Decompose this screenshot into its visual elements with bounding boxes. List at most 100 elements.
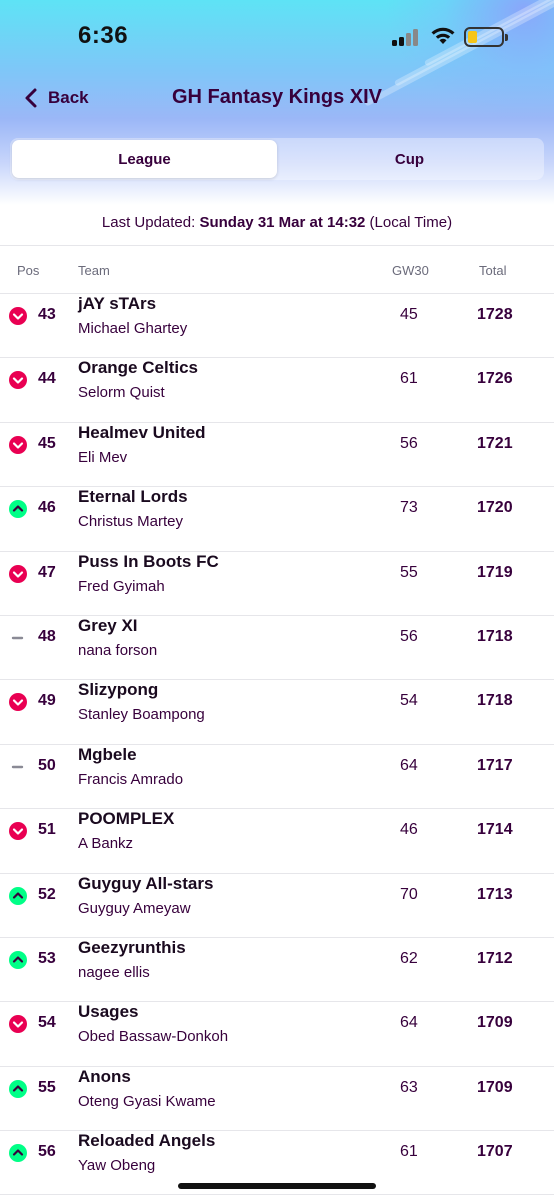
home-indicator[interactable] bbox=[178, 1183, 376, 1189]
row-position: 43 bbox=[38, 306, 56, 323]
last-updated-prefix: Last Updated: bbox=[101, 214, 200, 231]
row-team-name: Anons bbox=[78, 1066, 131, 1086]
row-total-points: 1712 bbox=[477, 949, 513, 967]
row-team-name: POOMPLEX bbox=[78, 809, 175, 829]
last-updated-time: Sunday 31 Mar at 14:32 bbox=[199, 214, 366, 231]
arrow-down-icon bbox=[9, 1015, 27, 1034]
row-manager-name: nana forson bbox=[78, 641, 158, 659]
status-time: 6:36 bbox=[78, 22, 129, 49]
table-row[interactable]: 46 Eternal Lords Christus Martey 73 1720 bbox=[0, 487, 554, 552]
row-gw-points: 61 bbox=[400, 1143, 418, 1161]
arrow-down-icon bbox=[9, 693, 27, 712]
row-total-points: 1707 bbox=[477, 1143, 513, 1161]
row-manager-name: Guyguy Ameyaw bbox=[78, 899, 191, 917]
row-manager-name: Fred Gyimah bbox=[78, 577, 165, 595]
row-position: 56 bbox=[38, 1143, 56, 1161]
row-position: 45 bbox=[38, 434, 56, 452]
tab-league[interactable]: League bbox=[12, 140, 277, 178]
last-updated-suffix: (Local Time) bbox=[365, 214, 453, 231]
row-position: 54 bbox=[38, 1014, 56, 1032]
row-total-points: 1709 bbox=[477, 1078, 513, 1096]
tab-cup[interactable]: Cup bbox=[277, 140, 542, 178]
row-team-name: jAY sTArs bbox=[78, 294, 157, 313]
arrow-up-icon bbox=[9, 950, 27, 969]
row-position: 48 bbox=[38, 627, 56, 645]
row-team-name: Grey XI bbox=[78, 615, 138, 635]
row-total-points: 1720 bbox=[477, 499, 513, 517]
row-position: 47 bbox=[38, 563, 56, 581]
table-row[interactable]: 55 Anons Oteng Gyasi Kwame 63 1709 bbox=[0, 1066, 554, 1132]
row-position: 46 bbox=[38, 499, 56, 517]
row-total-points: 1728 bbox=[477, 306, 513, 323]
row-total-points: 1718 bbox=[477, 627, 513, 645]
tab-bar: League Cup bbox=[10, 138, 544, 180]
row-position: 44 bbox=[38, 370, 56, 388]
row-gw-points: 73 bbox=[400, 499, 418, 517]
wifi-icon bbox=[431, 27, 455, 44]
row-team-name: Orange Celtics bbox=[78, 358, 198, 378]
row-team-name: Puss In Boots FC bbox=[78, 551, 219, 571]
table-row[interactable]: 44 Orange Celtics Selorm Quist 61 1726 bbox=[0, 358, 554, 423]
row-gw-points: 70 bbox=[400, 885, 418, 903]
row-team-name: Healmev United bbox=[78, 422, 206, 442]
table-row[interactable]: 49 Slizypong Stanley Boampong 54 1718 bbox=[0, 680, 554, 745]
standings-table: 43 jAY sTArs Michael Ghartey 45 1728 44 Orange… bbox=[0, 294, 554, 1196]
table-row[interactable]: 52 Guyguy All-stars Guyguy Ameyaw 70 1713 bbox=[0, 874, 554, 938]
row-manager-name: Selorm Quist bbox=[78, 384, 165, 402]
column-header-pos[interactable]: Pos bbox=[17, 263, 39, 278]
row-manager-name: Stanley Boampong bbox=[78, 706, 205, 724]
row-total-points: 1726 bbox=[477, 370, 513, 388]
divider bbox=[0, 245, 554, 246]
row-manager-name: Francis Amrado bbox=[78, 770, 184, 788]
battery-icon bbox=[464, 27, 508, 47]
row-position: 49 bbox=[38, 692, 56, 710]
dash-icon bbox=[9, 758, 27, 776]
column-header-team[interactable]: Team bbox=[78, 263, 110, 278]
column-header-total[interactable]: Total bbox=[479, 263, 506, 278]
arrow-down-icon bbox=[9, 307, 27, 325]
row-total-points: 1718 bbox=[477, 692, 513, 710]
status-bar: 6:36 bbox=[0, 0, 554, 70]
row-total-points: 1721 bbox=[477, 434, 513, 452]
table-row[interactable]: 53 Geezyrunthis nagee ellis 62 1712 bbox=[0, 938, 554, 1003]
table-row[interactable]: 45 Healmev United Eli Mev 56 1721 bbox=[0, 422, 554, 488]
table-row[interactable]: 48 Grey XI nana forson 56 1718 bbox=[0, 615, 554, 681]
row-position: 55 bbox=[38, 1078, 56, 1096]
nav-bar: Back GH Fantasy Kings XIV bbox=[0, 78, 554, 118]
row-gw-points: 45 bbox=[400, 306, 418, 323]
row-gw-points: 46 bbox=[400, 821, 418, 839]
row-team-name: Mgbele bbox=[78, 744, 137, 764]
row-gw-points: 56 bbox=[400, 434, 418, 452]
table-row[interactable]: 50 Mgbele Francis Amrado 64 1717 bbox=[0, 744, 554, 810]
cellular-signal-icon bbox=[392, 28, 422, 46]
row-gw-points: 54 bbox=[400, 692, 418, 710]
row-position: 50 bbox=[38, 756, 56, 774]
row-position: 53 bbox=[38, 949, 56, 967]
last-updated: Last Updated: Sunday 31 Mar at 14:32 (Lo… bbox=[0, 214, 554, 231]
page-title: GH Fantasy Kings XIV bbox=[171, 86, 383, 108]
arrow-up-icon bbox=[9, 1079, 27, 1098]
arrow-up-icon bbox=[9, 500, 27, 519]
row-total-points: 1709 bbox=[477, 1014, 513, 1032]
column-header-gw[interactable]: GW30 bbox=[392, 263, 429, 278]
row-total-points: 1717 bbox=[477, 756, 513, 774]
row-manager-name: Eli Mev bbox=[78, 448, 128, 466]
arrow-down-icon bbox=[9, 822, 27, 841]
table-row[interactable]: 47 Puss In Boots FC Fred Gyimah 55 1719 bbox=[0, 552, 554, 616]
row-manager-name: nagee ellis bbox=[78, 963, 150, 981]
arrow-down-icon bbox=[9, 435, 27, 454]
row-total-points: 1714 bbox=[477, 821, 513, 839]
table-row[interactable]: 51 POOMPLEX A Bankz 46 1714 bbox=[0, 809, 554, 874]
row-manager-name: Oteng Gyasi Kwame bbox=[78, 1092, 216, 1110]
table-row[interactable]: 43 jAY sTArs Michael Ghartey 45 1728 bbox=[0, 294, 554, 359]
row-gw-points: 61 bbox=[400, 370, 418, 388]
row-gw-points: 64 bbox=[400, 756, 418, 774]
row-gw-points: 63 bbox=[400, 1078, 418, 1096]
arrow-up-icon bbox=[9, 886, 27, 905]
arrow-up-icon bbox=[9, 1144, 27, 1163]
row-gw-points: 64 bbox=[400, 1014, 418, 1032]
row-team-name: Slizypong bbox=[78, 680, 159, 700]
table-row[interactable]: 54 Usages Obed Bassaw-Donkoh 64 1709 bbox=[0, 1002, 554, 1067]
row-manager-name: Obed Bassaw-Donkoh bbox=[78, 1028, 229, 1046]
row-team-name: Reloaded Angels bbox=[78, 1131, 216, 1151]
